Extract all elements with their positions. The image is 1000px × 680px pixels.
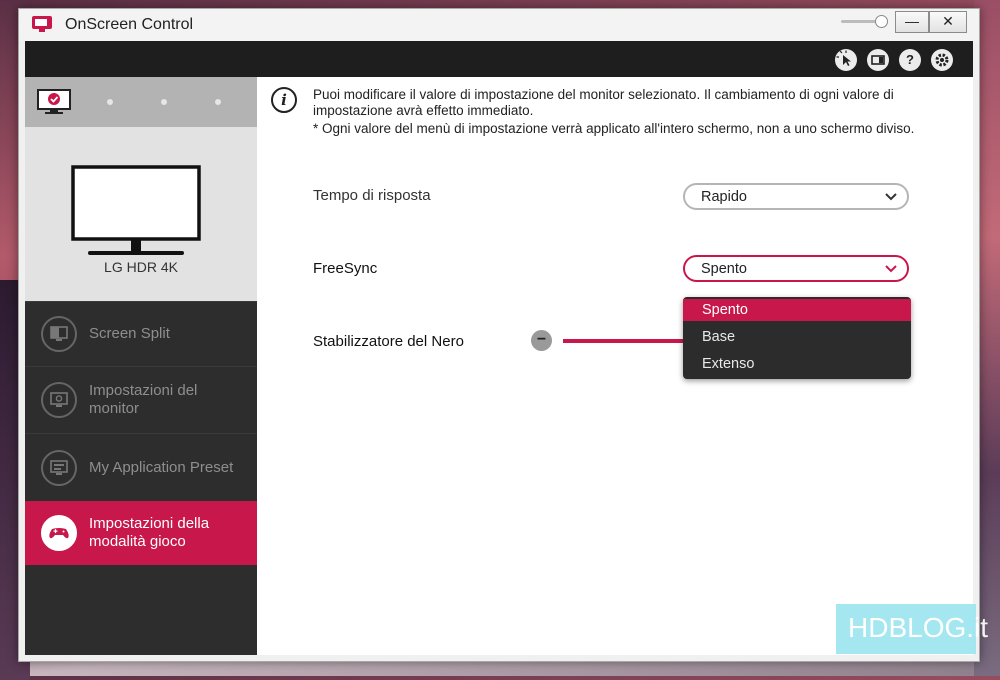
- gamepad-icon: [41, 515, 77, 551]
- display-icon[interactable]: [867, 49, 889, 71]
- info-description: Puoi modificare il valore di impostazion…: [313, 87, 894, 118]
- sidebar-item-screen-split[interactable]: Screen Split: [25, 301, 257, 366]
- window-title: OnScreen Control: [65, 16, 194, 33]
- black-stabilizer-label: Stabilizzatore del Nero: [313, 333, 464, 350]
- freesync-select[interactable]: Spento: [683, 255, 909, 282]
- black-stabilizer-slider[interactable]: [563, 339, 683, 343]
- monitor-selector-bar: [25, 77, 257, 127]
- monitor-slot-dot[interactable]: [215, 99, 221, 105]
- monitor-slot-dot[interactable]: [107, 99, 113, 105]
- sidebar-item-label: Impostazioni del monitor: [89, 382, 198, 417]
- cursor-icon[interactable]: [835, 49, 857, 71]
- monitor-settings-icon: [41, 382, 77, 418]
- freesync-dropdown-menu: Spento Base Extenso: [683, 297, 911, 379]
- sidebar-item-label: Screen Split: [89, 325, 170, 342]
- response-time-value: Rapido: [701, 189, 747, 205]
- monitor-name: LG HDR 4K: [104, 259, 178, 275]
- chevron-down-icon: [885, 193, 897, 201]
- monitor-preview: LG HDR 4K: [25, 127, 257, 301]
- dropdown-option-base[interactable]: Base: [683, 326, 911, 348]
- screen-split-icon: [41, 316, 77, 352]
- watermark-text: HDBLOG.it: [848, 612, 989, 643]
- title-bar: OnScreen Control — ✕: [19, 9, 979, 41]
- info-icon: i: [271, 87, 297, 113]
- monitor-illustration-icon: [71, 165, 201, 255]
- main-panel: i Puoi modificare il valore di impostazi…: [257, 77, 973, 655]
- sidebar-item-game-mode[interactable]: Impostazioni della modalità gioco: [25, 501, 257, 565]
- gear-icon[interactable]: [931, 49, 953, 71]
- help-icon[interactable]: ?: [899, 49, 921, 71]
- monitor-slot-dot[interactable]: [161, 99, 167, 105]
- close-button[interactable]: ✕: [929, 11, 967, 33]
- top-toolbar: ?: [25, 41, 973, 77]
- minus-button[interactable]: −: [531, 330, 552, 351]
- sidebar: LG HDR 4K Screen Split Impostazioni del …: [25, 77, 257, 655]
- freesync-value: Spento: [701, 261, 747, 277]
- selected-monitor-icon[interactable]: [37, 89, 73, 115]
- sidebar-item-label: My Application Preset: [89, 459, 234, 476]
- app-window: OnScreen Control — ✕ ? LG HDR 4K Screen …: [18, 8, 980, 662]
- minimize-button[interactable]: —: [895, 11, 929, 33]
- watermark-logo: HDBLOG.it: [836, 604, 988, 654]
- freesync-label: FreeSync: [313, 260, 378, 277]
- response-time-label: Tempo di risposta: [313, 187, 431, 204]
- app-logo-icon: [32, 16, 52, 32]
- chevron-down-icon: [885, 265, 897, 273]
- app-preset-icon: [41, 450, 77, 486]
- sidebar-item-label: Impostazioni della modalità gioco: [89, 515, 210, 550]
- dropdown-option-extenso[interactable]: Extenso: [683, 353, 911, 375]
- opacity-slider-track[interactable]: [841, 20, 879, 23]
- opacity-slider-thumb[interactable]: [875, 15, 888, 28]
- response-time-select[interactable]: Rapido: [683, 183, 909, 210]
- info-note: * Ogni valore del menù di impostazione v…: [313, 121, 915, 136]
- dropdown-option-spento[interactable]: Spento: [683, 299, 911, 321]
- sidebar-item-app-preset[interactable]: My Application Preset: [25, 433, 257, 502]
- sidebar-item-monitor-settings[interactable]: Impostazioni del monitor: [25, 366, 257, 433]
